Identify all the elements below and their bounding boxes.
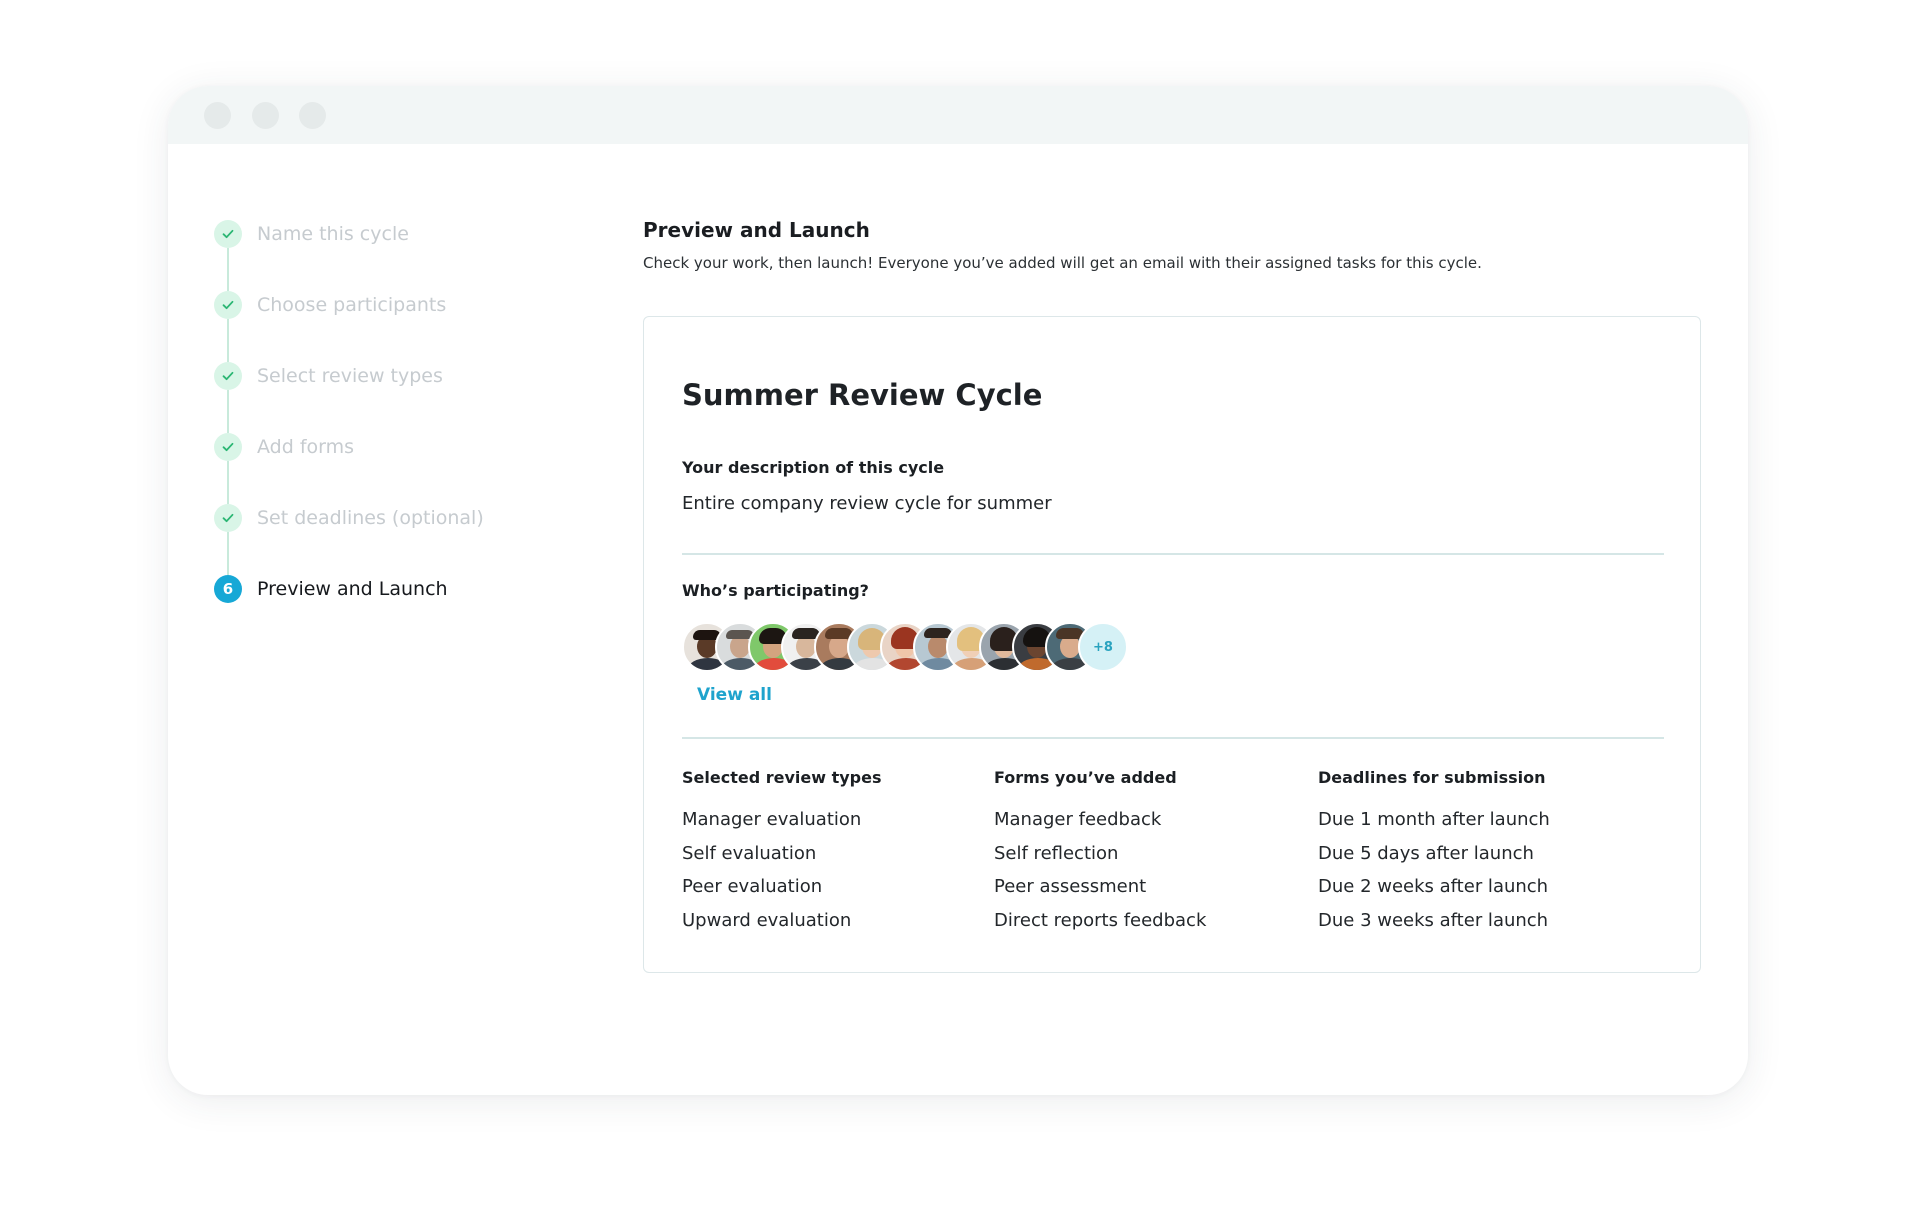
list-item: Due 2 weeks after launch [1318, 876, 1549, 897]
more-participants-badge[interactable]: +8 [1078, 622, 1128, 672]
window-maximize-button[interactable] [299, 102, 326, 129]
column-header: Deadlines for submission [1318, 768, 1546, 787]
window-close-button[interactable] [204, 102, 231, 129]
list-item: Self reflection [994, 842, 1119, 864]
summary-card: Summer Review Cycle Your description of … [643, 316, 1701, 973]
step-connector [227, 248, 229, 291]
view-all-link[interactable]: View all [697, 683, 772, 707]
step-connector [227, 532, 229, 575]
step-label: Name this cycle [257, 223, 409, 245]
step-name-this-cycle[interactable]: Name this cycle [214, 220, 634, 291]
step-connector [227, 319, 229, 362]
setup-stepper: Name this cycle Choose participants Sele… [214, 220, 634, 646]
description-value: Entire company review cycle for summer [682, 493, 1052, 514]
list-item: Upward evaluation [682, 909, 852, 931]
divider [682, 553, 1664, 555]
list-item: Peer evaluation [682, 876, 823, 897]
step-label: Choose participants [257, 294, 447, 316]
step-connector [227, 461, 229, 504]
step-label: Add forms [257, 436, 355, 458]
step-label: Set deadlines (optional) [257, 507, 484, 529]
check-icon [214, 220, 242, 248]
list-item: Due 3 weeks after launch [1318, 909, 1549, 931]
list-item: Peer assessment [994, 876, 1147, 897]
column-header: Forms you’ve added [994, 768, 1177, 787]
main-content: Preview and Launch Check your work, then… [643, 216, 1703, 973]
list-item: Manager evaluation [682, 809, 862, 830]
participants-label: Who’s participating? [682, 581, 869, 600]
check-icon [214, 504, 242, 532]
cycle-title: Summer Review Cycle [682, 378, 1043, 412]
forms-column: Forms you’ve added Manager feedback Self… [994, 767, 1294, 937]
check-icon [214, 291, 242, 319]
check-icon [214, 433, 242, 461]
list-item: Direct reports feedback [994, 909, 1207, 931]
window-minimize-button[interactable] [252, 102, 279, 129]
page-subtitle: Check your work, then launch! Everyone y… [643, 254, 1482, 272]
step-label: Preview and Launch [257, 578, 448, 600]
column-header: Selected review types [682, 768, 882, 787]
page-title: Preview and Launch [643, 218, 870, 242]
step-select-review-types[interactable]: Select review types [214, 362, 634, 433]
list-item: Self evaluation [682, 842, 817, 864]
step-label: Select review types [257, 365, 443, 387]
list-item: Manager feedback [994, 809, 1162, 830]
app-window: Name this cycle Choose participants Sele… [168, 86, 1748, 1095]
step-choose-participants[interactable]: Choose participants [214, 291, 634, 362]
check-icon [214, 362, 242, 390]
window-titlebar [168, 86, 1748, 144]
step-add-forms[interactable]: Add forms [214, 433, 634, 504]
description-label: Your description of this cycle [682, 458, 945, 477]
deadlines-column: Deadlines for submission Due 1 month aft… [1318, 767, 1618, 937]
step-preview-and-launch[interactable]: 6 Preview and Launch [214, 575, 634, 646]
step-set-deadlines[interactable]: Set deadlines (optional) [214, 504, 634, 575]
list-item: Due 5 days after launch [1318, 842, 1534, 864]
step-connector [227, 390, 229, 433]
list-item: Due 1 month after launch [1318, 809, 1550, 830]
review-types-column: Selected review types Manager evaluation… [682, 767, 982, 937]
divider [682, 737, 1664, 739]
step-number-badge: 6 [214, 575, 242, 603]
